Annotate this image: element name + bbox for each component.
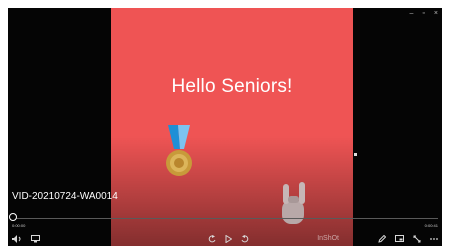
video-title: VID-20210724-WA0014: [12, 191, 118, 202]
close-button[interactable]: ×: [434, 10, 438, 18]
edit-icon[interactable]: [378, 235, 386, 243]
medal-icon: [166, 125, 192, 176]
video-frame[interactable]: Hello Seniors! InShOt: [111, 8, 353, 246]
play-icon[interactable]: [225, 235, 232, 243]
center-controls: [208, 234, 249, 244]
media-player-window: – ▫ × Hello Seniors! InShOt VID-20210724…: [8, 8, 442, 246]
volume-icon[interactable]: [12, 235, 22, 243]
mini-view-icon[interactable]: [395, 235, 404, 243]
minimize-button[interactable]: –: [410, 10, 414, 18]
mouse-cursor: [354, 153, 357, 156]
rock-hand-icon: [282, 182, 305, 224]
right-controls: [378, 234, 438, 244]
total-time: 0:00:41: [424, 223, 438, 228]
left-controls: [12, 234, 40, 244]
window-controls: – ▫ ×: [410, 10, 438, 18]
maximize-button[interactable]: ▫: [422, 10, 424, 18]
watermark: InShOt: [317, 235, 339, 242]
fullscreen-icon[interactable]: [413, 235, 421, 243]
seek-bar[interactable]: [12, 218, 438, 219]
video-headline: Hello Seniors!: [171, 76, 293, 97]
seek-handle[interactable]: [9, 213, 17, 221]
current-time: 0:00:00: [12, 223, 26, 228]
more-icon[interactable]: [430, 235, 438, 243]
forward-icon[interactable]: [241, 235, 249, 243]
rewind-icon[interactable]: [208, 235, 216, 243]
video-shade: [111, 136, 353, 246]
cast-icon[interactable]: [31, 235, 40, 243]
